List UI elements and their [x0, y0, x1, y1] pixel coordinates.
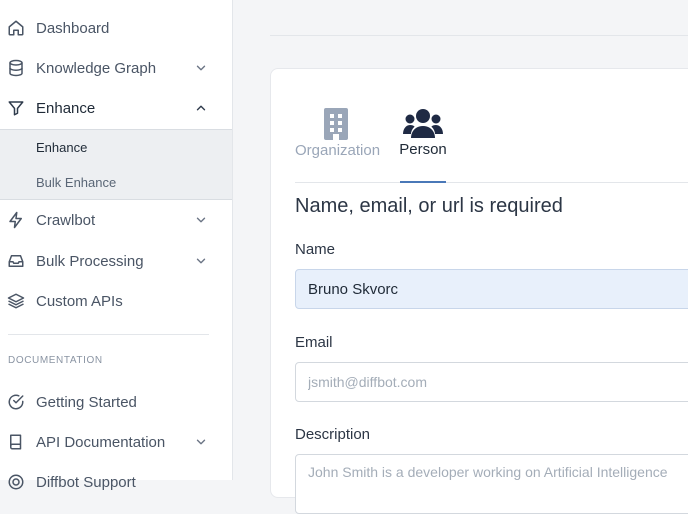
active-tab-indicator [400, 181, 446, 183]
submenu-item-enhance[interactable]: Enhance [36, 140, 87, 155]
chevron-down-icon [194, 61, 208, 75]
sidebar-item-crawlbot[interactable]: Crawlbot [0, 200, 232, 240]
users-icon [403, 108, 443, 138]
email-input[interactable] [295, 362, 688, 402]
enhance-submenu: Enhance Bulk Enhance [0, 129, 232, 200]
tabs-divider [295, 182, 688, 183]
sidebar-divider [8, 334, 209, 335]
description-label: Description [295, 426, 371, 443]
sidebar-item-label: Getting Started [36, 393, 137, 411]
tab-label: Person [399, 141, 447, 158]
sidebar-item-label: API Documentation [36, 433, 166, 451]
form-heading: Name, email, or url is required [295, 195, 563, 217]
filter-icon [7, 99, 25, 117]
chevron-down-icon [194, 435, 208, 449]
building-icon [323, 108, 349, 140]
chevron-down-icon [194, 213, 208, 227]
tab-label: Organization [295, 142, 381, 159]
sidebar-item-bulk-processing[interactable]: Bulk Processing [0, 241, 232, 281]
lightning-icon [7, 211, 25, 229]
sidebar-item-diffbot-support[interactable]: Diffbot Support [0, 462, 232, 502]
sidebar-item-enhance[interactable]: Enhance [0, 88, 232, 128]
name-input[interactable] [295, 269, 688, 309]
email-label: Email [295, 334, 333, 351]
check-circle-icon [7, 393, 25, 411]
layers-icon [7, 292, 25, 310]
name-label: Name [295, 241, 336, 258]
header-divider [270, 35, 688, 36]
sidebar-item-knowledge-graph[interactable]: Knowledge Graph [0, 48, 232, 88]
submenu-item-bulk-enhance[interactable]: Bulk Enhance [36, 175, 116, 190]
sidebar-item-api-documentation[interactable]: API Documentation [0, 422, 232, 462]
sidebar-item-label: Dashboard [36, 19, 110, 37]
support-icon [7, 473, 25, 491]
tab-person[interactable]: Person [398, 108, 448, 158]
sidebar-item-label: Custom APIs [36, 292, 123, 310]
chevron-down-icon [194, 254, 208, 268]
chevron-up-icon [194, 101, 208, 115]
book-icon [7, 433, 25, 451]
home-icon [7, 19, 25, 37]
sidebar-item-label: Knowledge Graph [36, 59, 157, 77]
sidebar-item-label: Diffbot Support [36, 473, 136, 491]
sidebar: Dashboard Knowledge Graph Enhance Enhanc… [0, 0, 233, 491]
sidebar-item-dashboard[interactable]: Dashboard [0, 8, 232, 48]
tab-organization[interactable]: Organization [295, 108, 381, 159]
sidebar-item-label: Enhance [36, 99, 96, 117]
sidebar-item-label: Bulk Processing [36, 252, 144, 270]
sidebar-item-custom-apis[interactable]: Custom APIs [0, 281, 232, 321]
sidebar-item-getting-started[interactable]: Getting Started [0, 382, 232, 422]
sidebar-item-label: Crawlbot [36, 211, 96, 229]
inbox-icon [7, 252, 25, 270]
description-textarea[interactable] [295, 454, 688, 514]
section-label-documentation: DOCUMENTATION [8, 355, 103, 366]
database-icon [7, 59, 25, 77]
